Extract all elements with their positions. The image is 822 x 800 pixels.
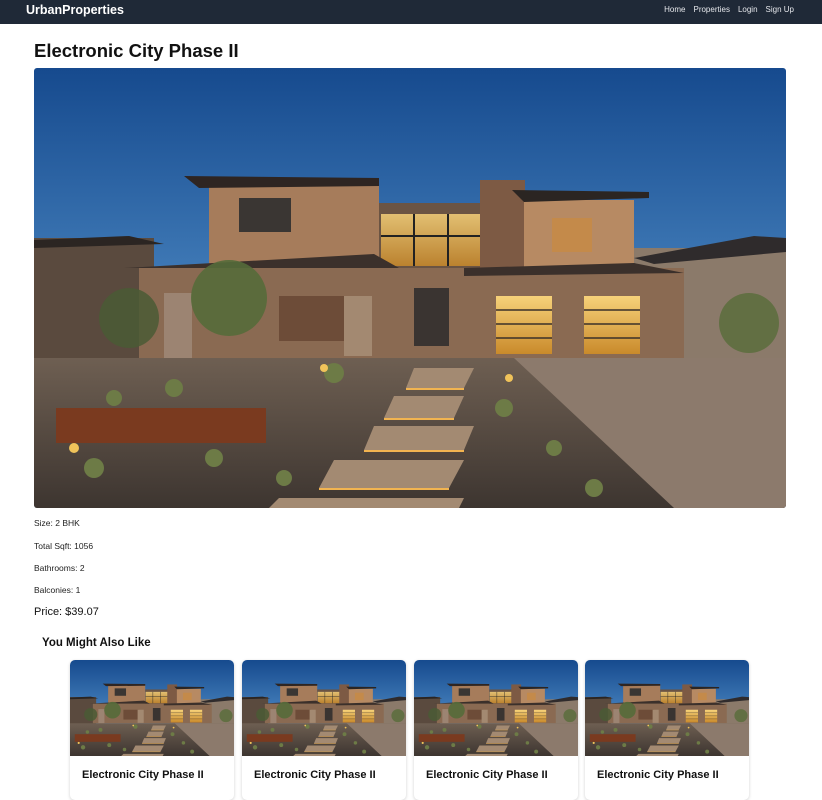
card-title[interactable]: Electronic City Phase II [254,769,376,781]
property-balconies: Balconies: 1 [34,585,81,595]
related-card[interactable]: Electronic City Phase II [414,660,578,800]
nav-home-link[interactable]: Home [664,5,685,14]
card-image [242,660,406,756]
nav-links: Home Properties Login Sign Up [664,5,794,14]
card-image [70,660,234,756]
card-title[interactable]: Electronic City Phase II [597,769,719,781]
brand-logo[interactable]: UrbanProperties [26,3,124,17]
card-image [585,660,749,756]
card-title[interactable]: Electronic City Phase II [82,769,204,781]
related-cards: Electronic City Phase II Electronic City… [70,660,750,800]
nav-signup-link[interactable]: Sign Up [766,5,794,14]
property-price: Price: $39.07 [34,606,99,618]
nav-properties-link[interactable]: Properties [693,5,729,14]
related-card[interactable]: Electronic City Phase II [585,660,749,800]
property-size: Size: 2 BHK [34,518,80,528]
card-image [414,660,578,756]
property-bathrooms: Bathrooms: 2 [34,563,85,573]
related-card[interactable]: Electronic City Phase II [70,660,234,800]
related-card[interactable]: Electronic City Phase II [242,660,406,800]
property-hero-image [34,68,786,508]
nav-login-link[interactable]: Login [738,5,758,14]
related-heading: You Might Also Like [42,637,151,649]
navbar: UrbanProperties Home Properties Login Si… [0,0,822,24]
house-photo [34,68,786,508]
card-title[interactable]: Electronic City Phase II [426,769,548,781]
property-title: Electronic City Phase II [34,40,239,61]
property-sqft: Total Sqft: 1056 [34,541,94,551]
